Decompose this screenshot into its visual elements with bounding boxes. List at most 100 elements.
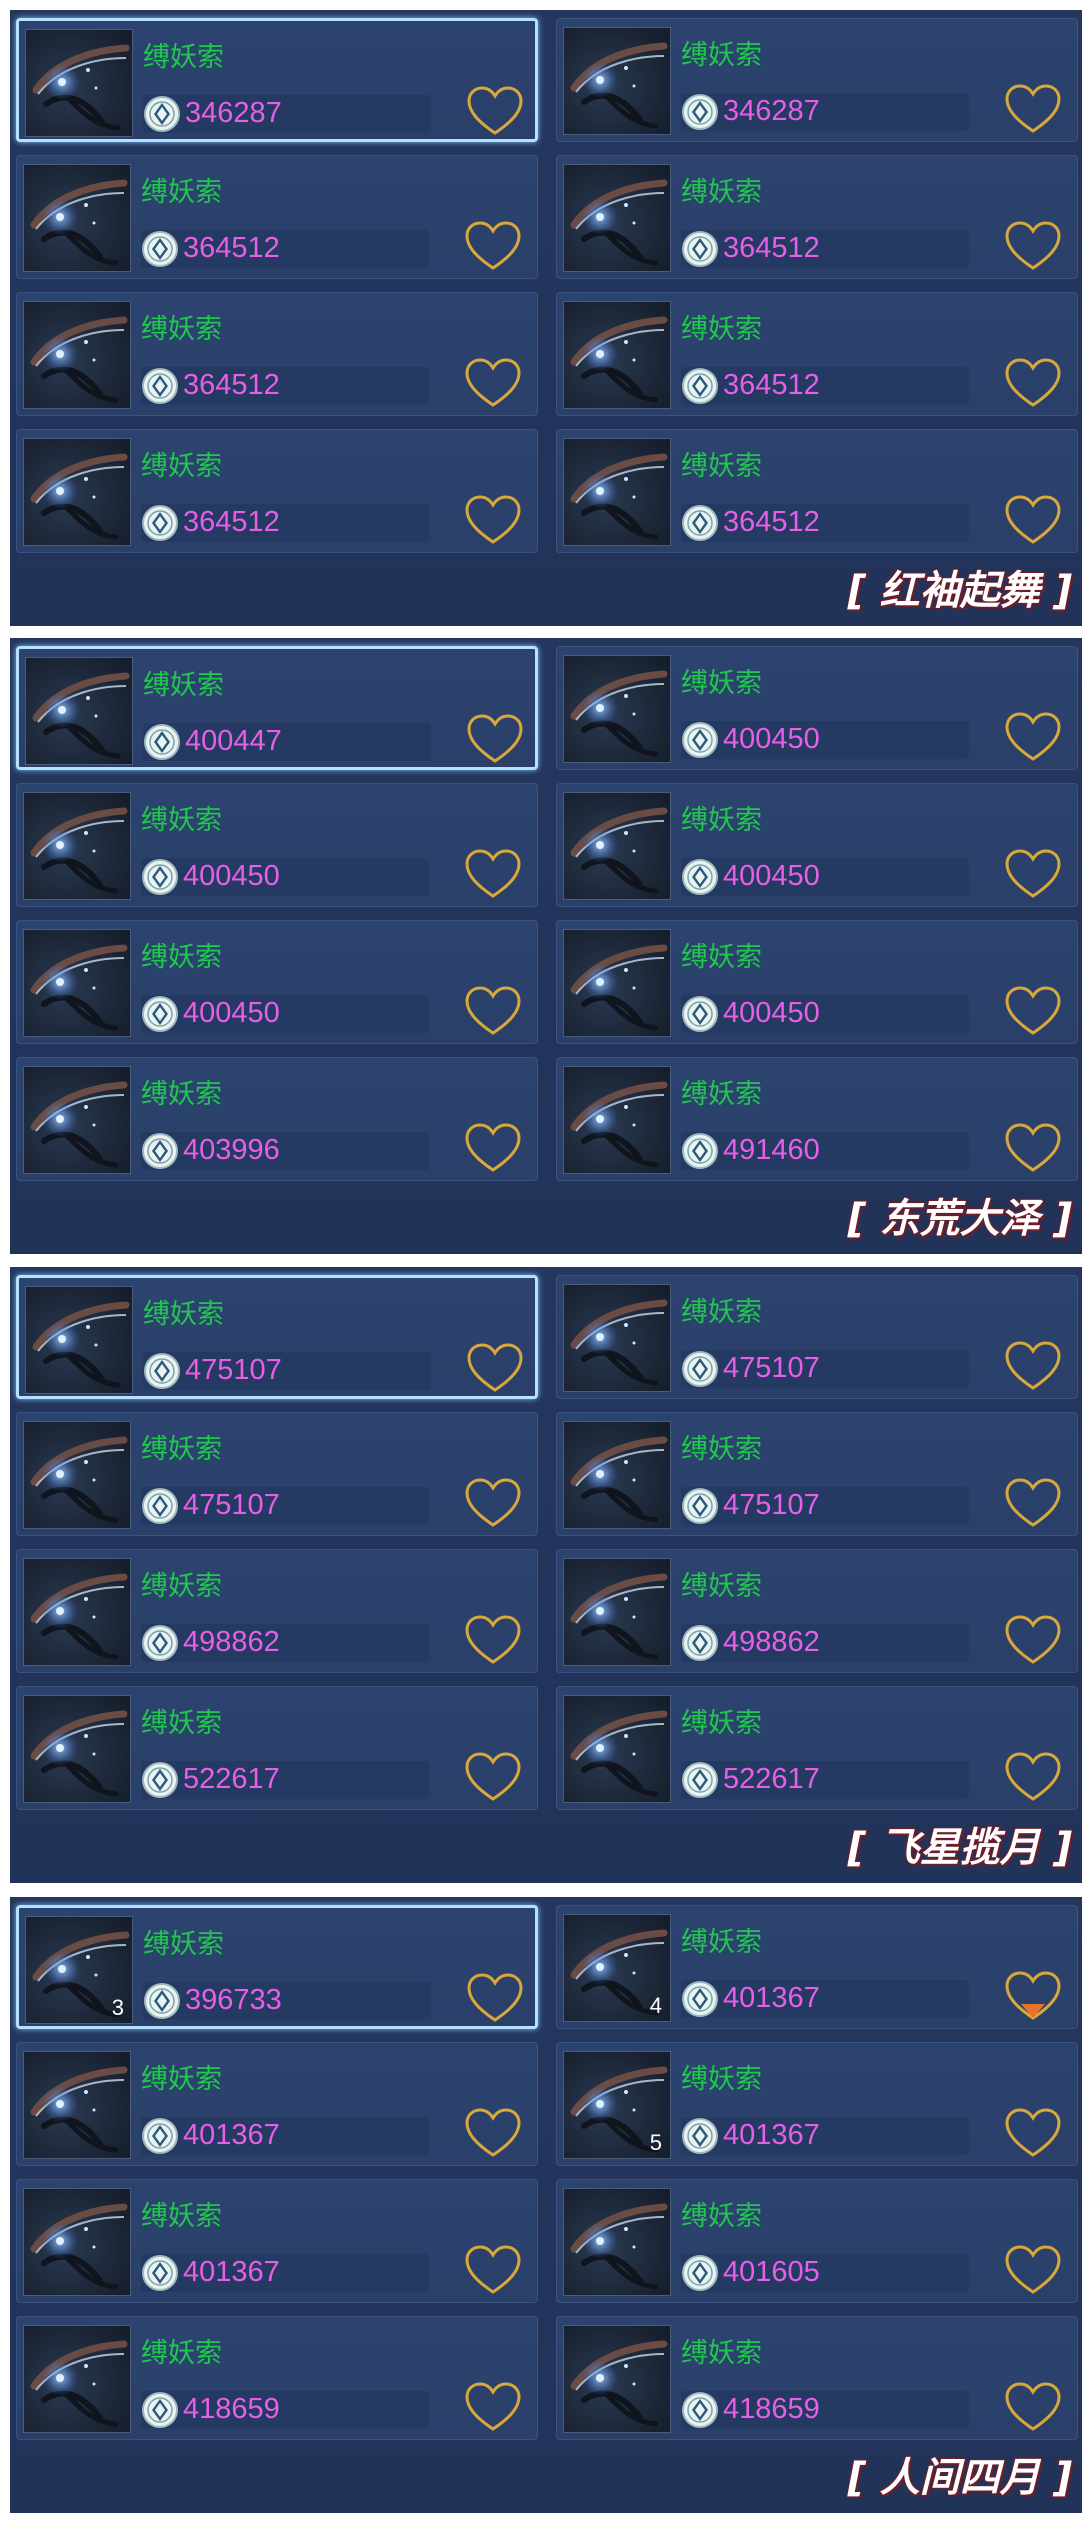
item-thumbnail[interactable]: 4 <box>563 1914 671 2022</box>
favorite-heart-icon[interactable] <box>1003 220 1063 274</box>
favorite-heart-icon[interactable] <box>1003 1477 1063 1531</box>
favorite-heart-icon[interactable] <box>463 1477 523 1531</box>
item-thumbnail[interactable] <box>23 2051 131 2159</box>
item-card[interactable]: 缚妖索 401367 <box>16 2179 538 2303</box>
item-thumbnail[interactable] <box>563 1421 671 1529</box>
item-thumbnail[interactable] <box>23 792 131 900</box>
item-card[interactable]: 缚妖索 498862 <box>16 1549 538 1673</box>
item-card[interactable]: 缚妖索 522617 <box>16 1686 538 1810</box>
item-card[interactable]: 缚妖索 403996 <box>16 1057 538 1181</box>
item-thumbnail[interactable] <box>563 1695 671 1803</box>
favorite-heart-icon[interactable] <box>463 220 523 274</box>
item-card[interactable]: 缚妖索 364512 <box>556 155 1078 279</box>
item-thumbnail[interactable] <box>25 657 133 765</box>
item-card[interactable]: 缚妖索 475107 <box>556 1275 1078 1399</box>
item-thumbnail[interactable] <box>23 1695 131 1803</box>
favorite-heart-icon[interactable] <box>1003 1751 1063 1805</box>
rope-item-icon <box>570 807 668 894</box>
item-card[interactable]: 缚妖索 475107 <box>16 1275 538 1399</box>
favorite-heart-icon[interactable] <box>1003 494 1063 548</box>
favorite-heart-icon[interactable] <box>463 985 523 1039</box>
favorite-heart-icon[interactable] <box>1003 1970 1063 2024</box>
item-card[interactable]: 缚妖索 346287 <box>556 18 1078 142</box>
item-thumbnail[interactable] <box>563 438 671 546</box>
item-thumbnail[interactable] <box>23 164 131 272</box>
favorite-heart-icon[interactable] <box>463 2381 523 2435</box>
item-thumbnail[interactable] <box>23 929 131 1037</box>
item-price: 418659 <box>183 2393 280 2425</box>
item-thumbnail[interactable] <box>23 1066 131 1174</box>
favorite-heart-icon[interactable] <box>1003 985 1063 1039</box>
item-card[interactable]: 5 缚妖索 401367 <box>556 2042 1078 2166</box>
item-thumbnail[interactable] <box>23 1421 131 1529</box>
favorite-heart-icon[interactable] <box>465 1972 525 2026</box>
item-thumbnail[interactable] <box>563 2325 671 2433</box>
favorite-heart-icon[interactable] <box>463 357 523 411</box>
favorite-heart-icon[interactable] <box>463 848 523 902</box>
item-thumbnail[interactable] <box>563 1284 671 1392</box>
item-thumbnail[interactable] <box>563 2188 671 2296</box>
item-card[interactable]: 缚妖索 400450 <box>16 920 538 1044</box>
favorite-heart-icon[interactable] <box>463 1614 523 1668</box>
favorite-heart-icon[interactable] <box>465 1342 525 1396</box>
favorite-heart-icon[interactable] <box>463 2244 523 2298</box>
item-thumbnail[interactable]: 3 <box>25 1916 133 2024</box>
item-card[interactable]: 缚妖索 400447 <box>16 646 538 770</box>
price-bar: 396733 <box>143 1982 431 2020</box>
item-card[interactable]: 4 缚妖索 401367 <box>556 1905 1078 2029</box>
item-thumbnail[interactable] <box>563 164 671 272</box>
favorite-heart-icon[interactable] <box>1003 2381 1063 2435</box>
item-thumbnail[interactable] <box>23 301 131 409</box>
item-card[interactable]: 缚妖索 400450 <box>556 783 1078 907</box>
item-card[interactable]: 缚妖索 491460 <box>556 1057 1078 1181</box>
favorite-heart-icon[interactable] <box>463 1122 523 1176</box>
favorite-heart-icon[interactable] <box>1003 711 1063 765</box>
item-thumbnail[interactable] <box>563 27 671 135</box>
favorite-heart-icon[interactable] <box>463 1751 523 1805</box>
item-card[interactable]: 缚妖索 475107 <box>16 1412 538 1536</box>
item-card[interactable]: 缚妖索 401605 <box>556 2179 1078 2303</box>
item-thumbnail[interactable] <box>23 438 131 546</box>
item-card[interactable]: 缚妖索 418659 <box>556 2316 1078 2440</box>
item-thumbnail[interactable] <box>23 1558 131 1666</box>
favorite-heart-icon[interactable] <box>465 85 525 139</box>
item-thumbnail[interactable]: 5 <box>563 2051 671 2159</box>
item-thumbnail[interactable] <box>563 792 671 900</box>
favorite-heart-icon[interactable] <box>1003 2244 1063 2298</box>
item-card[interactable]: 缚妖索 364512 <box>556 429 1078 553</box>
item-thumbnail[interactable] <box>563 1558 671 1666</box>
item-thumbnail[interactable] <box>563 301 671 409</box>
item-thumbnail[interactable] <box>563 1066 671 1174</box>
item-card[interactable]: 3 缚妖索 396733 <box>16 1905 538 2029</box>
item-thumbnail[interactable] <box>25 29 133 137</box>
item-card[interactable]: 缚妖索 364512 <box>16 429 538 553</box>
favorite-heart-icon[interactable] <box>1003 848 1063 902</box>
item-card[interactable]: 缚妖索 522617 <box>556 1686 1078 1810</box>
item-thumbnail[interactable] <box>23 2325 131 2433</box>
item-card[interactable]: 缚妖索 364512 <box>556 292 1078 416</box>
item-card[interactable]: 缚妖索 364512 <box>16 292 538 416</box>
item-card[interactable]: 缚妖索 418659 <box>16 2316 538 2440</box>
item-card[interactable]: 缚妖索 401367 <box>16 2042 538 2166</box>
item-name: 缚妖索 <box>681 942 762 973</box>
favorite-heart-icon[interactable] <box>465 713 525 767</box>
favorite-heart-icon[interactable] <box>463 494 523 548</box>
item-card[interactable]: 缚妖索 346287 <box>16 18 538 142</box>
favorite-heart-icon[interactable] <box>1003 83 1063 137</box>
item-thumbnail[interactable] <box>23 2188 131 2296</box>
item-thumbnail[interactable] <box>25 1286 133 1394</box>
item-card[interactable]: 缚妖索 364512 <box>16 155 538 279</box>
favorite-heart-icon[interactable] <box>1003 1340 1063 1394</box>
favorite-heart-icon[interactable] <box>1003 2107 1063 2161</box>
item-card[interactable]: 缚妖索 498862 <box>556 1549 1078 1673</box>
item-thumbnail[interactable] <box>563 655 671 763</box>
item-card[interactable]: 缚妖索 400450 <box>556 646 1078 770</box>
item-card[interactable]: 缚妖索 400450 <box>556 920 1078 1044</box>
item-card[interactable]: 缚妖索 400450 <box>16 783 538 907</box>
item-thumbnail[interactable] <box>563 929 671 1037</box>
favorite-heart-icon[interactable] <box>1003 357 1063 411</box>
favorite-heart-icon[interactable] <box>1003 1614 1063 1668</box>
favorite-heart-icon[interactable] <box>1003 1122 1063 1176</box>
favorite-heart-icon[interactable] <box>463 2107 523 2161</box>
item-card[interactable]: 缚妖索 475107 <box>556 1412 1078 1536</box>
